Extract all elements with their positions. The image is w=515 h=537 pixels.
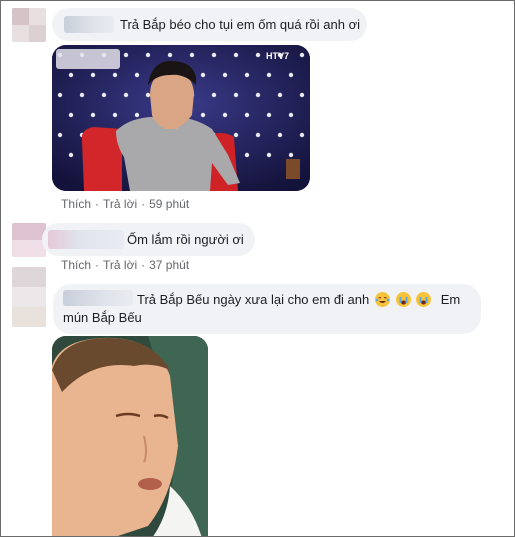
comment-text-line1: Trả Bắp Bếu ngày xưa lại cho em đi anh E… <box>137 292 460 307</box>
sleeping-face-photo <box>52 336 208 536</box>
comment-text-line2: mún Bắp Bếu <box>63 310 142 325</box>
commenter-name[interactable] <box>64 16 114 33</box>
reply-link[interactable]: Trả lời <box>103 258 137 272</box>
comment-text-tail: Em <box>440 292 461 307</box>
crying-emoji <box>395 292 411 307</box>
commenter-avatar[interactable] <box>12 223 46 257</box>
channel-logo: HTV7 <box>266 51 290 61</box>
like-link[interactable]: Thích <box>61 258 91 272</box>
reply-link[interactable]: Trả lời <box>103 197 137 211</box>
commenter-name[interactable] <box>63 290 133 306</box>
comment-actions: Thích · Trả lời · 59 phút <box>61 197 190 211</box>
laughing-tears-emoji <box>374 292 390 307</box>
comment-photo[interactable]: HTV7 <box>52 45 310 191</box>
crying-emoji <box>416 292 432 307</box>
comment-thread: Trả Bắp béo cho tụi em ốm quá rồi anh ơi… <box>0 0 515 537</box>
comment-photo[interactable] <box>52 336 208 536</box>
studio-photo <box>52 45 310 191</box>
comment-text: Trả Bắp béo cho tụi em ốm quá rồi anh ơi <box>120 17 361 32</box>
comment-bubble: Trả Bắp béo cho tụi em ốm quá rồi anh ơi <box>52 8 367 41</box>
comment-actions: Thích · Trả lời · 37 phút <box>61 258 190 272</box>
timestamp[interactable]: 37 phút <box>149 258 189 272</box>
commenter-name[interactable] <box>48 230 124 249</box>
comment-text: Trả Bắp Bếu ngày xưa lại cho em đi anh <box>137 292 370 307</box>
timestamp[interactable]: 59 phút <box>149 197 189 211</box>
comment-bubble: Trả Bắp Bếu ngày xưa lại cho em đi anh E… <box>53 284 481 334</box>
comment-text: Ốm lắm rồi người ơi <box>127 232 244 247</box>
commenter-avatar[interactable] <box>12 8 46 42</box>
commenter-avatar[interactable] <box>12 267 46 327</box>
like-link[interactable]: Thích <box>61 197 91 211</box>
comment-bubble: Ốm lắm rồi người ơi <box>42 223 255 256</box>
